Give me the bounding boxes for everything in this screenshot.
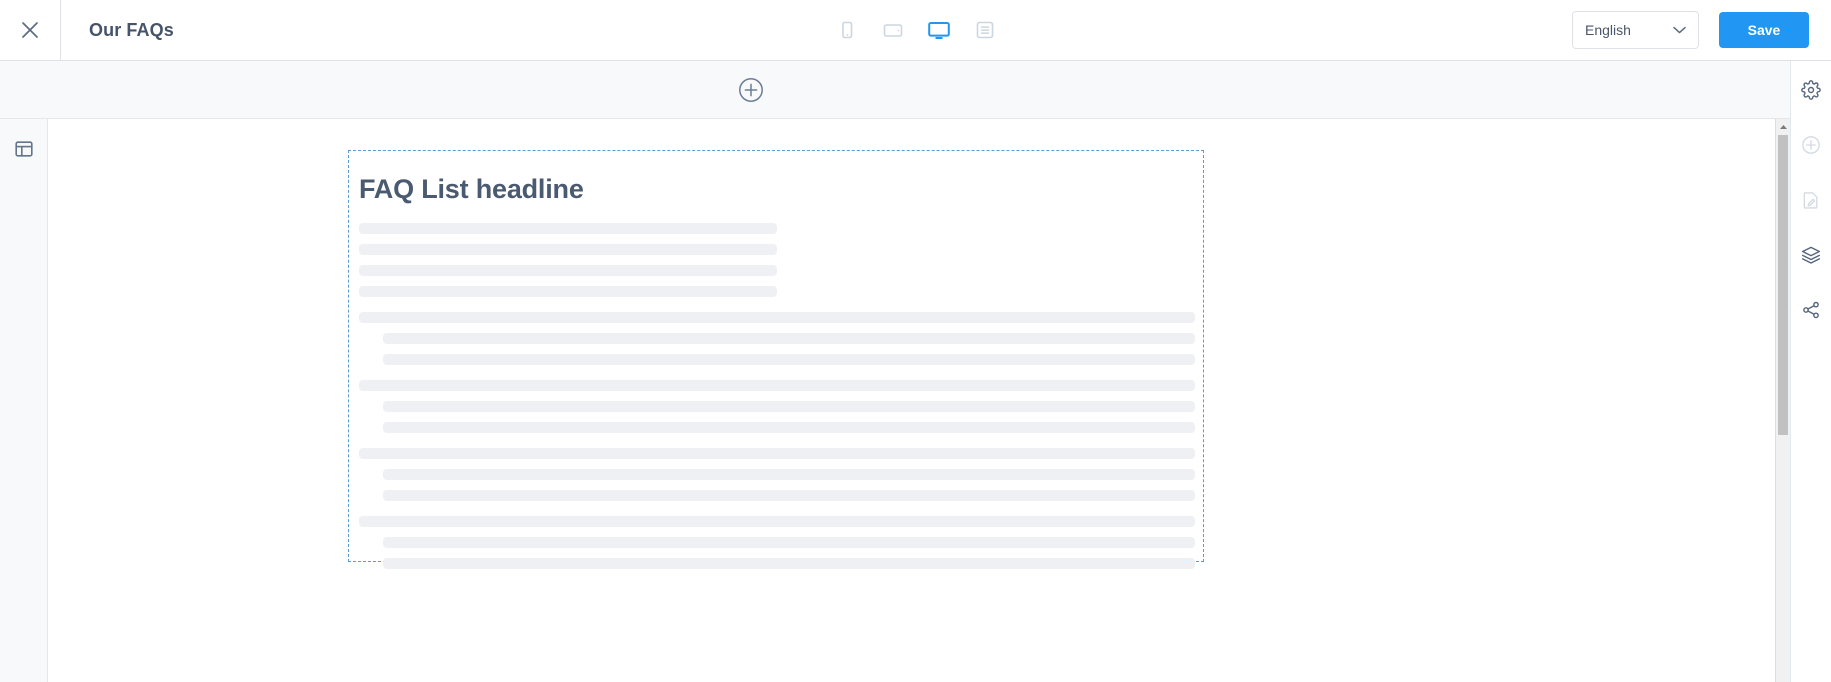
faq-item[interactable] [349, 312, 1203, 366]
faq-answer-skeleton [383, 490, 1195, 502]
faq-list-block[interactable]: FAQ List headline [348, 150, 1204, 570]
chevron-down-icon [1673, 21, 1686, 39]
faq-intro-skeleton [359, 223, 1203, 298]
right-tools-rail [1790, 61, 1831, 682]
add-element-button[interactable] [1796, 130, 1826, 160]
mobile-icon [836, 19, 858, 41]
edit-document-icon [1801, 190, 1821, 210]
faq-item[interactable] [349, 448, 1203, 502]
faq-answer-skeleton [383, 354, 1195, 366]
layers-icon [1801, 245, 1821, 265]
close-icon [19, 19, 41, 41]
language-select[interactable]: English [1572, 11, 1699, 49]
settings-button[interactable] [1796, 75, 1826, 105]
layout-panel-button[interactable] [9, 135, 39, 165]
plus-circle-icon [1801, 135, 1821, 155]
close-editor-button[interactable] [0, 0, 61, 60]
share-button[interactable] [1796, 295, 1826, 325]
editor-body: FAQ List headline [0, 61, 1831, 682]
skeleton-line [359, 265, 777, 277]
header-right-controls: English Save [1572, 0, 1809, 60]
page-preview-area[interactable]: FAQ List headline [48, 119, 1790, 682]
layout-panel-icon [13, 138, 35, 163]
faq-block-headline[interactable]: FAQ List headline [359, 173, 1203, 205]
faq-answer-skeleton [383, 537, 1195, 549]
scrollbar-thumb[interactable] [1778, 135, 1788, 435]
desktop-icon [926, 19, 952, 41]
faq-answer-skeleton [383, 558, 1195, 570]
article-icon [974, 19, 996, 41]
language-select-value: English [1585, 22, 1631, 38]
scrollbar-up-button[interactable] [1776, 119, 1790, 133]
device-button-desktop[interactable] [924, 15, 954, 45]
left-tools-rail [0, 119, 48, 682]
page-title: Our FAQs [89, 19, 174, 40]
device-button-content[interactable] [970, 15, 1000, 45]
faq-answer-skeleton [383, 333, 1195, 345]
add-block-strip [0, 61, 1790, 119]
editor-column: FAQ List headline [0, 61, 1790, 682]
editor-window: Our FAQs English Save FAQ List headline [0, 0, 1831, 682]
save-button[interactable]: Save [1719, 12, 1809, 48]
faq-item[interactable] [349, 516, 1203, 570]
faq-answer-skeleton [383, 469, 1195, 481]
faq-item[interactable] [349, 380, 1203, 434]
top-header-bar: Our FAQs English Save [0, 0, 1831, 61]
device-button-mobile[interactable] [832, 15, 862, 45]
canvas-scrollbar[interactable] [1775, 119, 1790, 682]
faq-answer-skeleton [383, 401, 1195, 413]
share-icon [1801, 300, 1821, 320]
plus-circle-icon [738, 77, 764, 103]
add-block-button[interactable] [738, 77, 764, 103]
edit-content-button[interactable] [1796, 185, 1826, 215]
layers-button[interactable] [1796, 240, 1826, 270]
gear-icon [1801, 80, 1821, 100]
faq-answer-skeleton [383, 422, 1195, 434]
skeleton-line [359, 286, 777, 298]
faq-question-skeleton [359, 312, 1195, 324]
faq-question-skeleton [359, 516, 1195, 528]
tablet-icon [881, 19, 905, 41]
faq-question-skeleton [359, 380, 1195, 392]
device-preview-switcher [832, 0, 1000, 60]
caret-up-icon [1779, 119, 1788, 135]
device-button-tablet[interactable] [878, 15, 908, 45]
skeleton-line [359, 223, 777, 235]
canvas-row: FAQ List headline [0, 119, 1790, 682]
skeleton-line [359, 244, 777, 256]
faq-question-skeleton [359, 448, 1195, 460]
